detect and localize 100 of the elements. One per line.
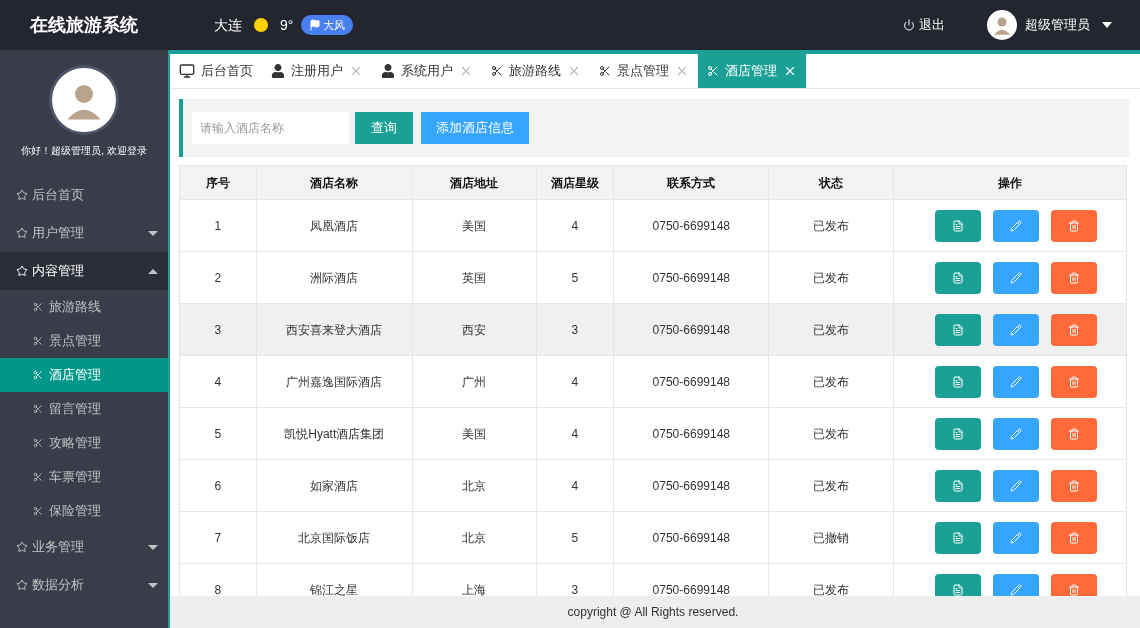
table-cell: 西安: [412, 303, 536, 356]
edit-button[interactable]: [993, 209, 1039, 242]
document-icon: [952, 531, 964, 544]
details-button[interactable]: [935, 313, 981, 346]
column-header: 序号: [179, 165, 257, 200]
table-cell: 5: [536, 511, 614, 564]
submenu-item[interactable]: 保险管理: [0, 494, 168, 528]
star-icon: [16, 189, 28, 201]
table-cell: 0750-6699148: [613, 407, 769, 460]
document-icon: [952, 583, 964, 596]
tab[interactable]: 景点管理: [590, 54, 698, 88]
close-icon[interactable]: [567, 64, 581, 78]
table-cell: 0750-6699148: [613, 303, 769, 356]
copyright-text: copyright @ All Rights reserved.: [567, 604, 739, 621]
table-cell: 3: [536, 563, 614, 596]
table-cell: 凤凰酒店: [256, 199, 413, 252]
details-button[interactable]: [935, 573, 981, 596]
table-cell: 已撤销: [768, 511, 894, 564]
table-cell: 5: [536, 251, 614, 304]
column-header: 酒店名称: [256, 165, 413, 200]
details-button[interactable]: [935, 521, 981, 554]
scissors-icon: [33, 404, 43, 414]
details-button[interactable]: [935, 209, 981, 242]
edit-button[interactable]: [993, 313, 1039, 346]
delete-button[interactable]: [1051, 521, 1097, 554]
tab[interactable]: 旅游路线: [482, 54, 590, 88]
table-cell: 4: [536, 459, 614, 512]
menu-item[interactable]: 用户管理: [0, 214, 168, 252]
scissors-icon: [491, 65, 503, 77]
user-icon: [381, 64, 395, 78]
table-cell: 已发布: [768, 407, 894, 460]
submenu-item[interactable]: 旅游路线: [0, 290, 168, 324]
table-cell: 已发布: [768, 251, 894, 304]
submenu-item[interactable]: 景点管理: [0, 324, 168, 358]
delete-button[interactable]: [1051, 261, 1097, 294]
scissors-icon: [33, 370, 43, 380]
edit-button[interactable]: [993, 573, 1039, 596]
greeting-text: 你好！超级管理员, 欢迎登录: [20, 144, 148, 158]
trash-icon: [1068, 323, 1080, 336]
caret-up-icon: [148, 268, 158, 274]
table-cell: 0750-6699148: [613, 459, 769, 512]
menu-item[interactable]: 业务管理: [0, 528, 168, 566]
user-name: 超级管理员: [1025, 16, 1090, 35]
search-field[interactable]: 请输入酒店名称: [192, 112, 349, 144]
power-icon: [903, 19, 915, 31]
delete-button[interactable]: [1051, 417, 1097, 450]
tab[interactable]: 后台首页: [170, 54, 262, 88]
table-cell: 4: [536, 355, 614, 408]
table-cell: 8: [179, 563, 257, 596]
tab[interactable]: 系统用户: [372, 54, 482, 88]
sun-icon: [254, 18, 268, 32]
delete-button[interactable]: [1051, 313, 1097, 346]
trash-icon: [1068, 479, 1080, 492]
table-cell: 4: [536, 407, 614, 460]
details-button[interactable]: [935, 365, 981, 398]
edit-button[interactable]: [993, 417, 1039, 450]
caret-down-icon: [148, 230, 158, 236]
delete-button[interactable]: [1051, 469, 1097, 502]
document-icon: [952, 219, 964, 232]
details-button[interactable]: [935, 469, 981, 502]
close-icon[interactable]: [675, 64, 689, 78]
submenu-item[interactable]: 车票管理: [0, 460, 168, 494]
table-cell: 美国: [412, 199, 536, 252]
trash-icon: [1068, 583, 1080, 596]
table-cell: 北京: [412, 511, 536, 564]
caret-icon[interactable]: [1102, 22, 1112, 28]
delete-button[interactable]: [1051, 365, 1097, 398]
app-title: 在线旅游系统: [29, 13, 139, 37]
scissors-icon: [33, 472, 43, 482]
menu-item[interactable]: 数据分析: [0, 566, 168, 604]
trash-icon: [1068, 271, 1080, 284]
table-cell: 英国: [412, 251, 536, 304]
submenu-item[interactable]: 攻略管理: [0, 426, 168, 460]
table-cell: 北京: [412, 459, 536, 512]
table-cell: 2: [179, 251, 257, 304]
pencil-icon: [1010, 375, 1022, 388]
column-header: 酒店星级: [536, 165, 614, 200]
table-cell: 已发布: [768, 563, 894, 596]
scissors-icon: [33, 506, 43, 516]
close-icon[interactable]: [349, 64, 363, 78]
details-button[interactable]: [935, 261, 981, 294]
logout-link[interactable]: 退出: [903, 15, 945, 35]
details-button[interactable]: [935, 417, 981, 450]
submenu-item[interactable]: 留言管理: [0, 392, 168, 426]
document-icon: [952, 479, 964, 492]
close-icon[interactable]: [783, 64, 797, 78]
edit-button[interactable]: [993, 469, 1039, 502]
submenu-item[interactable]: 酒店管理: [0, 358, 168, 392]
menu-item[interactable]: 内容管理: [0, 252, 168, 290]
edit-button[interactable]: [993, 521, 1039, 554]
user-icon: [271, 64, 285, 78]
table-cell: 洲际酒店: [256, 251, 413, 304]
close-icon[interactable]: [459, 64, 473, 78]
edit-button[interactable]: [993, 261, 1039, 294]
edit-button[interactable]: [993, 365, 1039, 398]
wind-badge: 大风: [301, 15, 354, 35]
tab[interactable]: 注册用户: [262, 54, 372, 88]
delete-button[interactable]: [1051, 209, 1097, 242]
delete-button[interactable]: [1051, 573, 1097, 596]
menu-item[interactable]: 后台首页: [0, 176, 168, 214]
